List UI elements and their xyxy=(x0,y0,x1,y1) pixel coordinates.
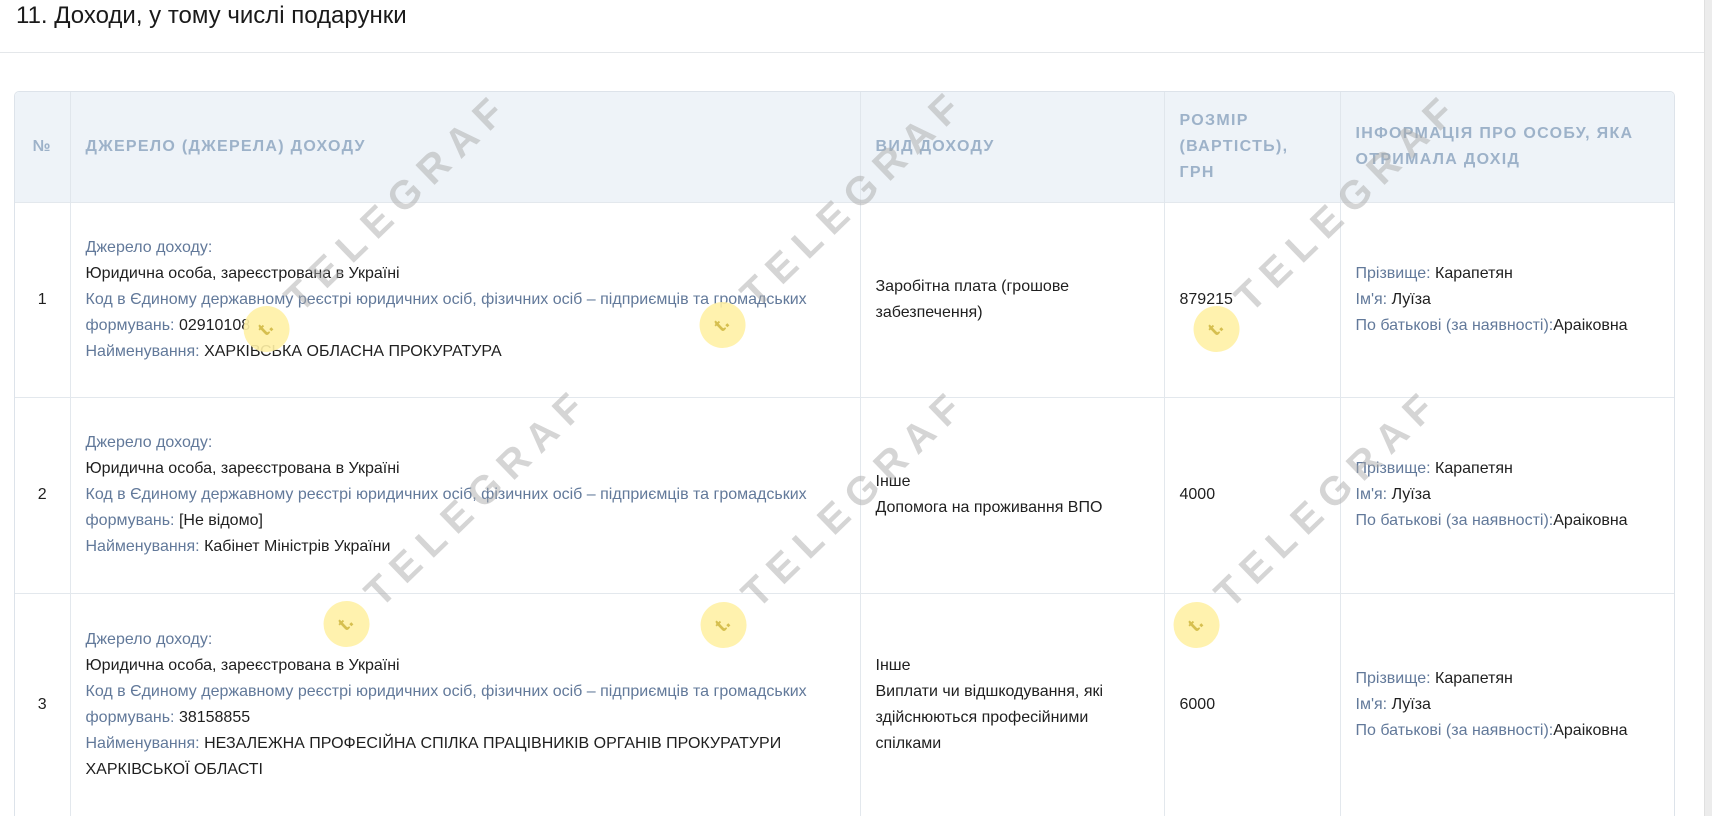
column-header-number: № xyxy=(15,92,71,202)
income-amount-cell: 879215 xyxy=(1164,201,1341,397)
table-body: 1 Джерело доходу: Юридична особа, зареєстр… xyxy=(15,201,1674,816)
vertical-scrollbar[interactable] xyxy=(1704,0,1712,816)
income-source-cell: Джерело доходу: Юридична особа, зареєстро… xyxy=(70,592,861,816)
table-row: 1 Джерело доходу: Юридична особа, зареєстр… xyxy=(15,201,1674,397)
income-type-detail: Допомога на проживання ВПО xyxy=(875,499,1103,516)
recipient-info-cell: Прізвище: Карапетян Ім'я: Луїза По батьков… xyxy=(1340,592,1674,816)
income-type-value: Інше xyxy=(875,473,911,490)
column-header-amount: РОЗМІР (ВАРТІСТЬ), ГРН xyxy=(1164,92,1341,202)
column-header-income-type: ВИД ДОХОДУ xyxy=(860,92,1165,202)
first-name-value: Луїза xyxy=(1391,486,1431,503)
organization-name-value: Кабінет Міністрів України xyxy=(204,538,391,555)
surname-label: Прізвище: xyxy=(1355,669,1431,687)
income-amount-cell: 6000 xyxy=(1164,592,1341,816)
recipient-info-cell: Прізвище: Карапетян Ім'я: Луїза По батьков… xyxy=(1340,396,1674,593)
patronymic-label: По батькові (за наявності): xyxy=(1355,721,1554,739)
table-row: 3 Джерело доходу: Юридична особа, зареєстр… xyxy=(15,592,1674,816)
table-row: 2 Джерело доходу: Юридична особа, зареєстр… xyxy=(15,396,1674,593)
patronymic-value: Араіковна xyxy=(1553,721,1628,739)
surname-label: Прізвище: xyxy=(1355,264,1431,282)
table-header: № ДЖЕРЕЛО (ДЖЕРЕЛА) ДОХОДУ ВИД ДОХОДУ РО… xyxy=(15,92,1674,202)
first-name-value: Луїза xyxy=(1391,290,1431,308)
income-source-cell: Джерело доходу: Юридична особа, зареєстро… xyxy=(70,396,861,593)
section-title: 11. Доходи, у тому числі подарунки xyxy=(16,2,407,29)
patronymic-label: По батькові (за наявності): xyxy=(1355,512,1554,529)
patronymic-label: По батькові (за наявності): xyxy=(1355,316,1554,334)
column-header-recipient: ІНФОРМАЦІЯ ПРО ОСОБУ, ЯКА ОТРИМАЛА ДОХІД xyxy=(1355,124,1634,168)
surname-label: Прізвище: xyxy=(1355,460,1431,477)
income-amount-cell: 4000 xyxy=(1164,396,1341,593)
income-type-cell: Інше Допомога на проживання ВПО xyxy=(860,396,1165,593)
income-source-cell: Джерело доходу: Юридична особа, зареєстро… xyxy=(70,201,861,397)
registry-code-value: 02910108 xyxy=(178,316,251,334)
first-name-label: Ім'я: xyxy=(1355,486,1388,503)
recipient-info-cell: Прізвище: Карапетян Ім'я: Луїза По батьков… xyxy=(1340,201,1674,397)
registry-code-value: [Не відомо] xyxy=(178,512,263,529)
surname-value: Карапетян xyxy=(1435,264,1513,282)
surname-value: Карапетян xyxy=(1435,669,1513,687)
first-name-value: Луїза xyxy=(1391,695,1431,713)
patronymic-value: Араіковна xyxy=(1553,512,1628,529)
column-header-source: ДЖЕРЕЛО (ДЖЕРЕЛА) ДОХОДУ xyxy=(70,92,861,202)
first-name-label: Ім'я: xyxy=(1355,290,1388,308)
organization-name-label: Найменування: xyxy=(85,538,200,555)
first-name-label: Ім'я: xyxy=(1355,695,1388,713)
income-type-cell: Інше Виплати чи відшкодування, які здійсн… xyxy=(860,592,1165,816)
surname-value: Карапетян xyxy=(1435,460,1513,477)
income-table-container: № ДЖЕРЕЛО (ДЖЕРЕЛА) ДОХОДУ ВИД ДОХОДУ РО… xyxy=(14,91,1675,816)
row-number: 1 xyxy=(15,201,71,397)
organization-name-value: ХАРКІВСЬКА ОБЛАСНА ПРОКУРАТУРА xyxy=(204,342,502,360)
source-value: Юридична особа, зареєстрована в Україні xyxy=(85,656,400,674)
row-number: 2 xyxy=(15,396,71,593)
row-number: 3 xyxy=(15,592,71,816)
patronymic-value: Араіковна xyxy=(1553,316,1628,334)
source-label: Джерело доходу: xyxy=(85,238,213,256)
source-value: Юридична особа, зареєстрована в Україні xyxy=(85,264,400,282)
source-value: Юридична особа, зареєстрована в Україні xyxy=(85,460,400,477)
income-type-value: Інше xyxy=(875,656,911,674)
income-type-cell: Заробітна плата (грошове забезпечення) xyxy=(860,201,1165,397)
organization-name-label: Найменування: xyxy=(85,342,200,360)
source-label: Джерело доходу: xyxy=(85,630,213,648)
source-label: Джерело доходу: xyxy=(85,434,213,451)
income-type-value: Заробітна плата (грошове забезпечення) xyxy=(875,277,1070,321)
organization-name-label: Найменування: xyxy=(85,734,200,752)
registry-code-value: 38158855 xyxy=(178,708,251,726)
section-header: 11. Доходи, у тому числі подарунки xyxy=(0,0,1705,53)
income-table: № ДЖЕРЕЛО (ДЖЕРЕЛА) ДОХОДУ ВИД ДОХОДУ РО… xyxy=(15,92,1674,816)
income-type-detail: Виплати чи відшкодування, які здійснюють… xyxy=(875,682,1104,752)
